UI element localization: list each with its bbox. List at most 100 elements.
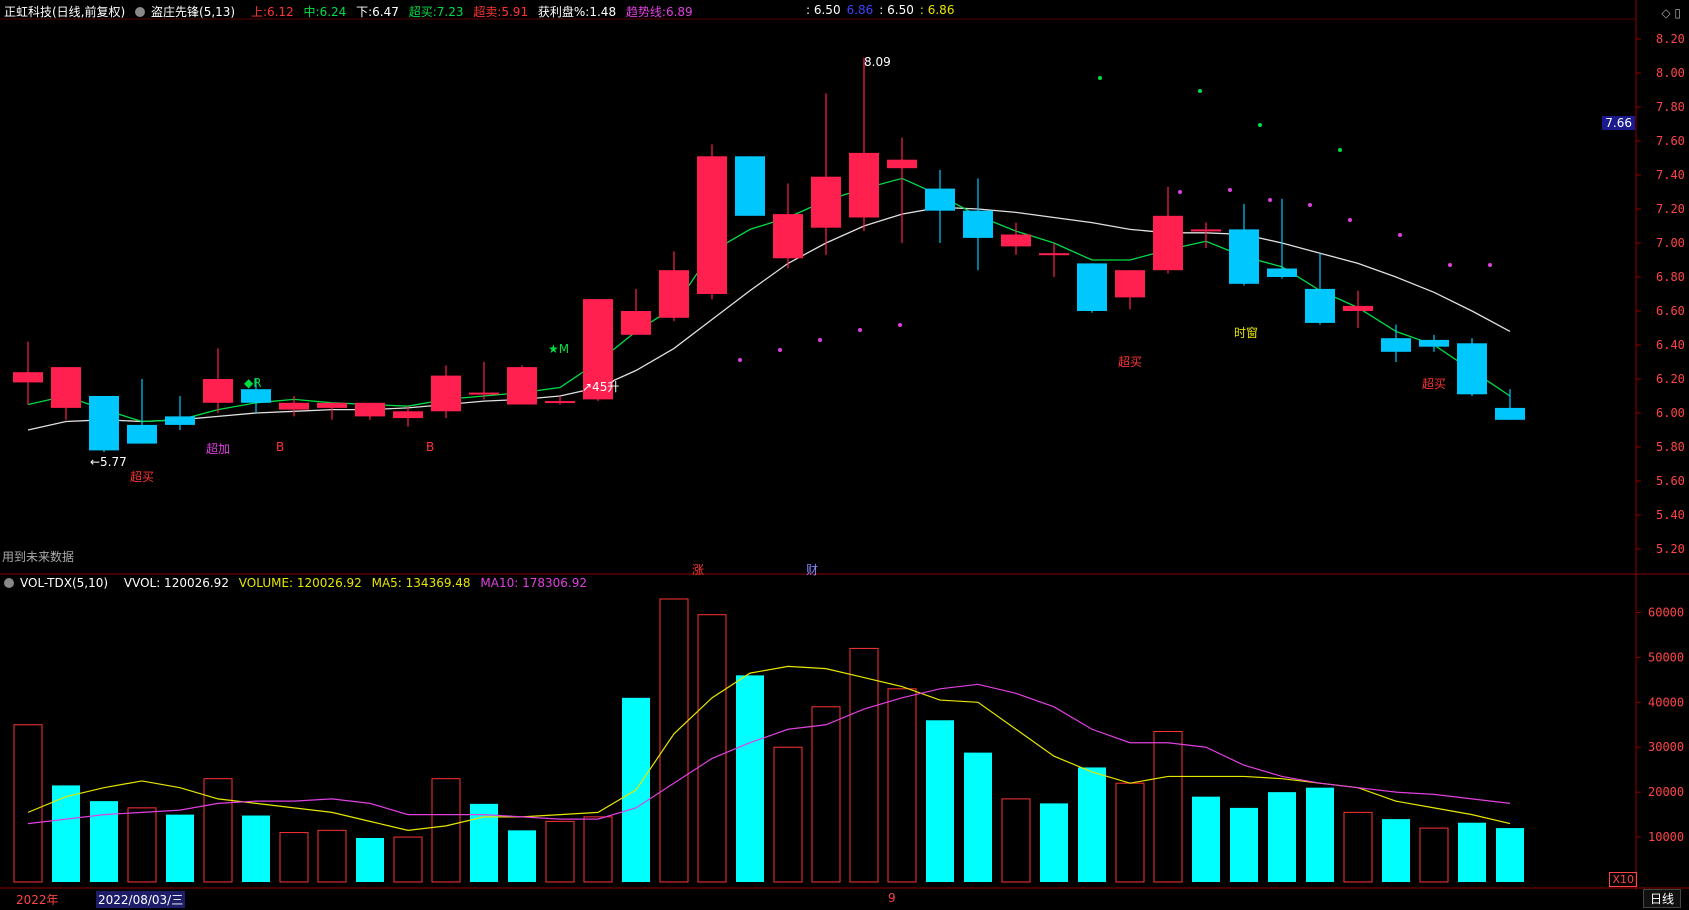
current-price-tag: 7.66 <box>1602 116 1635 130</box>
indicator-toggle-icon[interactable] <box>135 7 146 17</box>
candle-body <box>1153 215 1183 271</box>
candle-body <box>1077 263 1107 311</box>
candle-body <box>1381 338 1411 352</box>
candle-body <box>165 416 195 425</box>
price-tick-label: 5.40 <box>1656 508 1685 522</box>
candle-body <box>1267 268 1297 277</box>
x10-badge: X10 <box>1609 872 1637 887</box>
extra-4: : 6.86 <box>919 3 955 17</box>
volume-bar <box>736 675 764 882</box>
price-tick-label: 5.20 <box>1656 542 1685 556</box>
period-button[interactable]: 日线 <box>1642 889 1681 908</box>
volume-bar <box>1040 803 1068 882</box>
chart-svg: 8.20 8.00 7.80 7.60 7.40 7.20 7.00 6.80 6.60 6.40… <box>0 0 1689 890</box>
volume-bar <box>1419 827 1449 883</box>
volume-bar <box>279 832 309 883</box>
price-tick-label: 7.20 <box>1656 202 1685 216</box>
mid-label: 中: <box>303 5 320 19</box>
candle-body <box>659 270 689 318</box>
volume-bar <box>13 724 43 883</box>
price-tick-label: 6.20 <box>1656 372 1685 386</box>
trend-dot <box>818 338 822 342</box>
volume-bar <box>431 778 461 883</box>
volume-bar <box>1230 807 1258 882</box>
price-tick-label: 7.60 <box>1656 134 1685 148</box>
volume-bar <box>659 598 689 883</box>
volume-bar <box>203 778 233 883</box>
trend-dot <box>738 358 742 362</box>
overbuy-value: 7.23 <box>436 5 464 19</box>
trend-dot <box>1178 190 1182 194</box>
year-label: 2022年 <box>16 893 59 907</box>
volume-tick-label: 20000 <box>1648 785 1684 799</box>
header-extra: : 6.50 6.86: 6.50: 6.86 <box>806 3 960 17</box>
price-tick-label: 6.00 <box>1656 406 1685 420</box>
price-tick-label: 8.20 <box>1656 32 1685 46</box>
extra-2: 6.86 <box>846 3 874 17</box>
trend-dot <box>1338 148 1342 152</box>
volume-bar <box>1343 811 1373 883</box>
vvol-value: VVOL: 120026.92 <box>123 576 229 590</box>
volume-bar <box>1001 798 1031 883</box>
volume-bar <box>773 746 803 883</box>
profit-value: 1.48 <box>589 5 617 19</box>
volume-bar <box>1306 787 1334 882</box>
candle-body <box>51 367 81 408</box>
candle-body <box>697 156 727 294</box>
indicator-name[interactable]: 盗庄先锋(5,13) <box>135 5 241 19</box>
candle-body <box>317 402 347 408</box>
month-label: 9 <box>888 891 896 905</box>
m-marker: ★M <box>548 342 570 356</box>
volume-bar <box>926 720 954 882</box>
candle-body <box>811 176 841 228</box>
candle-body <box>89 396 119 451</box>
profit-label: 获利盘%: <box>537 5 590 19</box>
oversell-value: 5.91 <box>501 5 529 19</box>
extra-1: : 6.50 <box>806 3 841 17</box>
oversell-label: 超卖: <box>473 5 502 19</box>
down-value: 6.47 <box>372 5 399 19</box>
candle-body <box>355 402 385 417</box>
trend-dot <box>1258 123 1262 127</box>
chaomai-marker-2: 超买 <box>1118 355 1143 369</box>
volume-bar <box>849 647 879 883</box>
volume-bar <box>393 836 423 883</box>
volume-toggle-icon[interactable] <box>4 578 14 588</box>
volume-bar <box>317 829 347 883</box>
volume-tick-label: 60000 <box>1648 605 1684 619</box>
candle-body <box>773 214 803 259</box>
candle-body <box>1039 253 1069 256</box>
price-tick-label: 6.80 <box>1656 270 1685 284</box>
volume-bar <box>1153 731 1183 883</box>
chart-stage: 8.20 8.00 7.80 7.60 7.40 7.20 7.00 6.80 6.60 6.40… <box>0 0 1689 908</box>
volume-bar <box>242 815 270 882</box>
ma5-value: MA5: 134369.48 <box>371 576 471 590</box>
candle-body <box>241 389 271 403</box>
volume-value: VOLUME: 120026.92 <box>238 576 362 590</box>
volume-bar <box>127 807 157 883</box>
volume-bar <box>811 706 841 883</box>
volume-bar <box>1458 822 1486 882</box>
trend-dot <box>1268 198 1272 202</box>
candle-body <box>393 411 423 419</box>
window-controls[interactable]: ◇ ▯ <box>1661 6 1681 20</box>
down-label: 下: <box>356 5 373 19</box>
candle-body <box>621 311 651 335</box>
trend-dot <box>1308 203 1312 207</box>
volume-bar <box>1115 782 1145 883</box>
candle-body <box>469 392 499 395</box>
trend-dot <box>1348 218 1352 222</box>
volume-bar <box>1078 767 1106 882</box>
trend-dot <box>858 328 862 332</box>
volume-bar <box>90 801 118 882</box>
volume-bar <box>166 814 194 882</box>
candle-body <box>925 188 955 211</box>
volume-bar <box>964 752 992 882</box>
trend-label: 趋势线: <box>625 5 666 19</box>
volume-indicator[interactable]: VOL-TDX(5,10) <box>4 576 114 590</box>
stock-title[interactable]: 正虹科技(日线,前复权) <box>4 5 125 19</box>
candle-body <box>1191 229 1221 232</box>
trend-dot <box>1098 76 1102 80</box>
ma10-value: MA10: 178306.92 <box>480 576 587 590</box>
up-label: 上: <box>250 5 267 19</box>
